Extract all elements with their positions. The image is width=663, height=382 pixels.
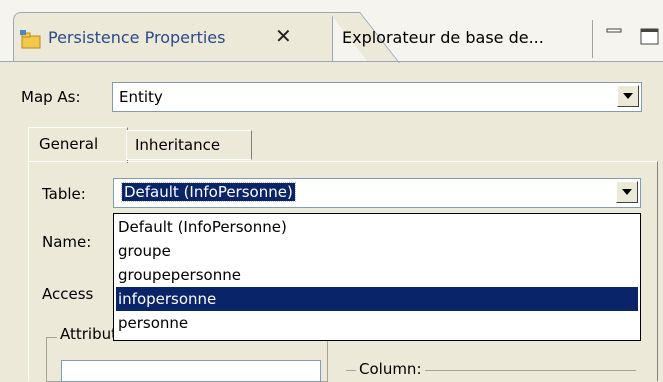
map-as-label: Map As: — [21, 88, 81, 106]
maximize-icon[interactable] — [640, 28, 660, 46]
table-label: Table: — [42, 185, 86, 203]
attribute-overrides-group: Attributes Overrides: — [46, 325, 328, 382]
map-as-value: Entity — [119, 88, 163, 106]
tab-general[interactable]: General — [28, 127, 128, 163]
map-as-combo[interactable]: Entity — [112, 82, 642, 112]
tab-inheritance-label: Inheritance — [135, 136, 221, 154]
list-item[interactable]: Default (InfoPersonne) — [116, 215, 638, 239]
access-label: Access — [42, 285, 94, 303]
table-combo[interactable]: Default (InfoPersonne) — [113, 178, 641, 208]
column-label: Column: — [356, 360, 425, 378]
tab-strip-border — [0, 61, 663, 62]
attribute-overrides-list[interactable] — [61, 360, 321, 382]
tab-title[interactable]: Persistence Properties — [48, 28, 225, 47]
close-icon[interactable]: ✕ — [275, 24, 292, 48]
list-item[interactable]: personne — [116, 311, 638, 335]
list-item[interactable]: groupe — [116, 239, 638, 263]
tab-separator — [592, 20, 593, 58]
list-item[interactable]: groupepersonne — [116, 263, 638, 287]
tab-general-label: General — [39, 135, 99, 153]
folder-icon — [20, 30, 42, 50]
minimize-icon[interactable] — [606, 28, 622, 44]
table-combo-value: Default (InfoPersonne) — [121, 182, 296, 202]
tab-database-explorer[interactable]: Explorateur de base de... — [342, 28, 544, 47]
list-item-selected[interactable]: infopersonne — [116, 287, 638, 311]
name-label: Name: — [42, 233, 92, 251]
table-dropdown-list[interactable]: Default (InfoPersonne) groupe groupepers… — [113, 213, 641, 341]
chevron-down-icon[interactable] — [616, 181, 638, 203]
chevron-down-icon[interactable] — [617, 85, 639, 107]
tab-inheritance[interactable]: Inheritance — [126, 130, 252, 160]
